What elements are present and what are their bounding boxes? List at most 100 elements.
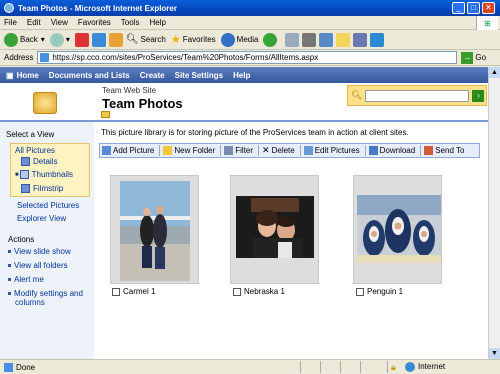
view-thumbnails-label: Thumbnails [31,170,73,179]
actions-heading: Actions [8,235,35,244]
research-icon[interactable] [353,32,368,47]
view-all-folders-link[interactable]: View all folders [8,261,68,270]
menu-edit[interactable]: Edit [27,18,41,27]
page-title: Team Photos [102,96,183,111]
messenger-icon[interactable] [370,32,385,47]
status-divider [360,361,361,373]
title-bar: Team Photos - Microsoft Internet Explore… [0,0,500,16]
minimize-button[interactable]: _ [452,2,465,14]
send-to-icon [424,146,434,155]
bullet-icon [8,278,11,282]
caption-text[interactable]: Carmel 1 [123,287,155,296]
filmstrip-icon [21,184,30,193]
status-divider [340,361,341,373]
modify-settings-link[interactable]: Modify settings and [8,289,83,298]
new-folder-button[interactable]: New Folder [163,146,215,155]
view-filmstrip[interactable]: Filmstrip [21,184,63,193]
status-divider [320,361,321,373]
caption-text[interactable]: Penguin 1 [367,287,403,296]
caption-text[interactable]: Nebraska 1 [244,287,285,296]
add-picture-button[interactable]: Add Picture [102,146,154,155]
nav-site-settings[interactable]: Site Settings [175,71,223,80]
nav-documents-and-lists[interactable]: Documents and Lists [49,71,130,80]
favorites-button[interactable]: ★ Favorites [171,33,216,46]
download-button[interactable]: Download [368,146,415,155]
maximize-button[interactable]: □ [467,2,480,14]
divider [258,145,260,156]
search-go-icon[interactable]: › [472,89,485,102]
search-button[interactable]: 🔍︎ Search [126,34,166,45]
toolbar: Back ▾ ▾ 🔍︎ Search ★ Favorites Media [0,30,500,50]
windows-logo-icon: ⊞ [476,16,498,30]
download-icon [368,146,378,155]
forward-button[interactable]: ▾ [49,32,70,47]
scroll-down-icon[interactable]: ▼ [489,348,500,359]
favorites-label: Favorites [182,35,216,44]
edit-pictures-button[interactable]: Edit Pictures [303,146,360,155]
modify-settings-link-cont[interactable]: columns [15,298,45,307]
photo-thumbnail-penguin[interactable] [353,175,442,284]
nav-help[interactable]: Help [233,71,250,80]
menu-favorites[interactable]: Favorites [78,18,111,27]
print-icon[interactable] [302,32,317,47]
view-filmstrip-label: Filmstrip [33,184,64,193]
back-button[interactable]: Back ▾ [4,32,45,47]
explorer-view-link[interactable]: Explorer View [17,214,66,223]
mail-icon[interactable] [285,32,300,47]
alert-me-link[interactable]: Alert me [8,275,44,284]
menu-help[interactable]: Help [149,18,165,27]
select-view-heading: Select a View [6,130,55,139]
sharepoint-logo-icon: ▣ [6,70,14,80]
select-checkbox[interactable] [233,287,241,296]
photo-thumbnail-nebraska[interactable] [230,175,319,284]
media-button[interactable]: Media [220,32,258,47]
menu-view[interactable]: View [51,18,68,27]
refresh-icon[interactable] [91,32,106,47]
status-divider [300,361,301,373]
filter-button[interactable]: Filter [224,146,253,155]
status-bar: Done 🔒︎ Internet [0,359,500,374]
delete-button[interactable]: ✕ Delete [262,145,295,156]
search-icon: 🔍︎ [125,34,139,45]
photo-caption-nebraska: Nebraska 1 [233,287,285,296]
search-box: 🔍︎ › [347,85,487,106]
search-input[interactable] [365,89,470,102]
menu-file[interactable]: File [4,18,17,27]
address-input[interactable]: https://sp.cco.com/sites/ProServices/Tea… [37,51,458,64]
status-text: Done [16,362,36,372]
select-checkbox[interactable] [356,287,364,296]
view-details[interactable]: Details [21,157,57,166]
go-arrow-icon: → [461,51,474,64]
folder-icon[interactable] [101,111,110,118]
photo-thumbnail-carmel[interactable] [110,175,199,284]
view-slide-show-link[interactable]: View slide show [8,247,71,256]
vertical-scrollbar[interactable]: ▲ ▼ [488,67,500,359]
back-label: Back [20,35,38,44]
scroll-up-icon[interactable]: ▲ [489,67,500,78]
filter-label: Filter [235,146,254,155]
view-thumbnails[interactable]: ■ Thumbnails [15,170,73,179]
edit-icon[interactable] [319,32,334,47]
nav-home[interactable]: Home [17,71,39,80]
select-checkbox[interactable] [112,287,120,296]
media-icon [220,32,235,47]
add-picture-label: Add Picture [113,146,155,155]
go-label: Go [475,53,487,62]
view-all-pictures[interactable]: All Pictures [15,146,55,155]
close-button[interactable]: ✕ [482,2,495,14]
menu-tools[interactable]: Tools [121,18,140,27]
divider [220,145,222,156]
selected-marker-icon: ■ [15,171,19,178]
send-to-button[interactable]: Send To [424,146,464,155]
selected-pictures-link[interactable]: Selected Pictures [17,201,79,210]
history-icon[interactable] [263,32,278,47]
home-icon[interactable] [108,32,123,47]
site-title[interactable]: Team Web Site [102,86,156,95]
nav-create[interactable]: Create [140,71,165,80]
view-all-folders-label: View all folders [14,261,68,270]
divider [159,145,161,156]
stop-icon[interactable] [74,32,89,47]
go-button[interactable]: → Go [461,51,487,64]
discuss-icon[interactable] [336,32,351,47]
menu-bar: File Edit View Favorites Tools Help [0,16,500,30]
